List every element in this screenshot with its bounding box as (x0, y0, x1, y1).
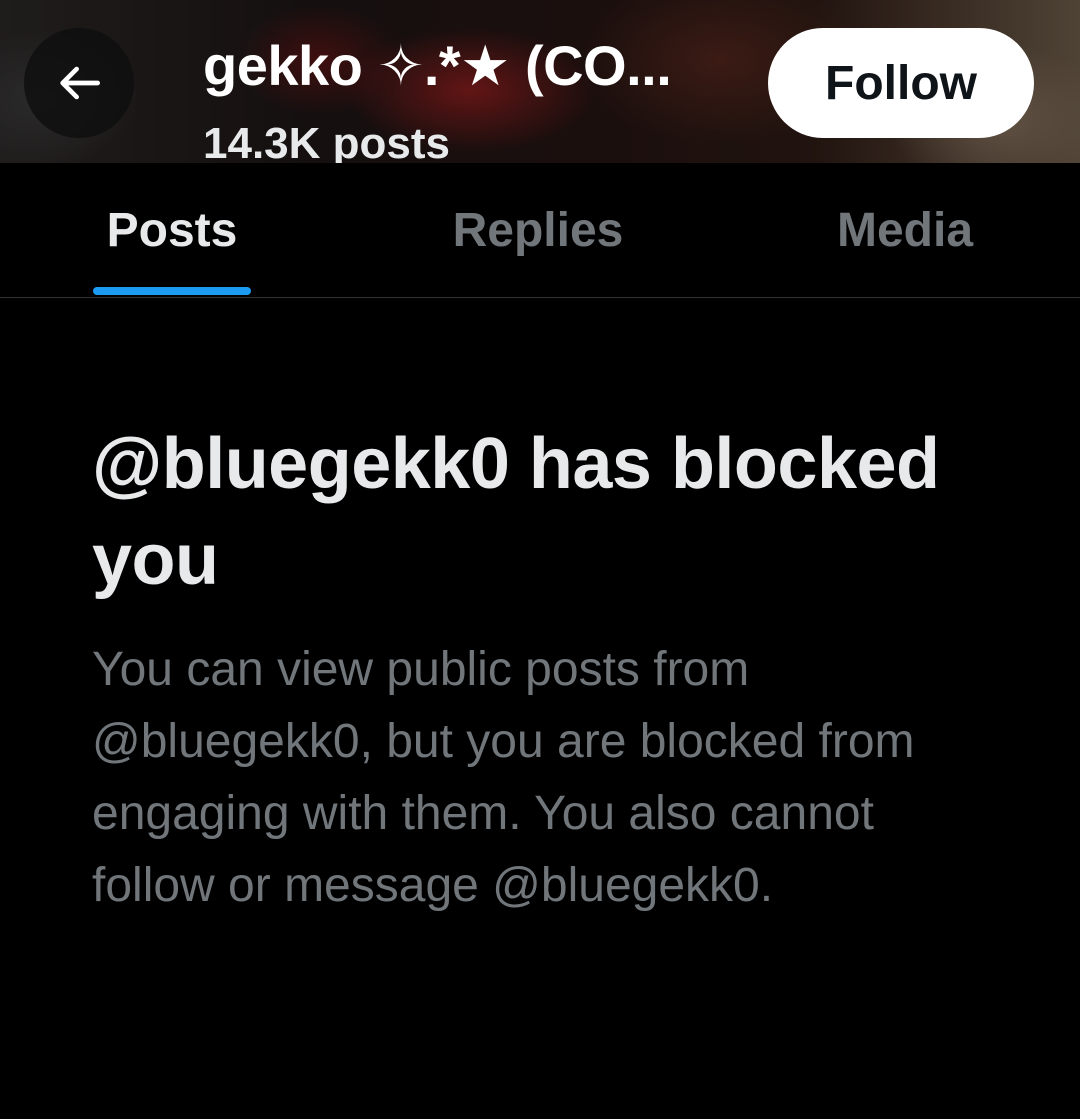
active-tab-indicator (93, 287, 251, 295)
blocked-title: @bluegekk0 has blocked you (92, 424, 940, 600)
profile-page: gekko ✧.*★ (CO... 14.3K posts Follow Pos… (0, 0, 1080, 1119)
profile-header: gekko ✧.*★ (CO... 14.3K posts Follow (0, 0, 1080, 163)
blocked-description: You can view public posts from @bluegekk… (92, 643, 915, 912)
profile-tabs: Posts Replies Media (0, 163, 1080, 298)
tab-posts[interactable]: Posts (93, 163, 251, 297)
back-button[interactable] (24, 28, 134, 138)
follow-button[interactable]: Follow (768, 28, 1034, 138)
header-title-block: gekko ✧.*★ (CO... 14.3K posts (203, 30, 743, 163)
tab-replies[interactable]: Replies (420, 163, 656, 297)
blocked-notice: @bluegekk0 has blocked you You can view … (92, 416, 992, 922)
arrow-left-icon (60, 66, 100, 100)
post-count: 14.3K posts (203, 119, 450, 163)
tab-media[interactable]: Media (800, 163, 1010, 297)
display-name: gekko ✧.*★ (CO... (203, 34, 672, 97)
